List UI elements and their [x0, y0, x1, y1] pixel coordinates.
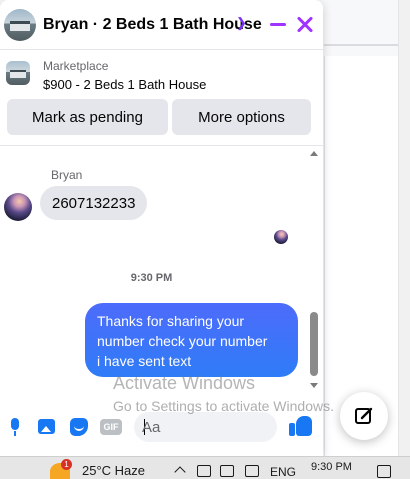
- activate-windows-subtitle: Go to Settings to activate Windows.: [113, 398, 334, 414]
- listing-title[interactable]: $900 - 2 Beds 1 Bath House: [43, 77, 206, 92]
- weather-text[interactable]: 25°C Haze: [82, 463, 145, 478]
- outgoing-message-line: i have sent text: [97, 353, 192, 369]
- chat-title[interactable]: Bryan · 2 Beds 1 Bath House: [43, 16, 262, 34]
- listing-thumbnail[interactable]: [6, 61, 30, 85]
- gif-icon[interactable]: GIF: [100, 417, 122, 437]
- message-list: Bryan 2607132233 9:30 PM Thanks for shar…: [0, 146, 323, 394]
- outgoing-message-line: Thanks for sharing your: [97, 313, 245, 329]
- notification-center-icon[interactable]: [377, 465, 391, 478]
- scrollbar-thumb[interactable]: [310, 312, 318, 376]
- sender-name: Bryan: [51, 168, 83, 182]
- activate-windows-title: Activate Windows: [113, 373, 256, 393]
- thumbs-up-icon[interactable]: [289, 414, 313, 438]
- photo-icon[interactable]: [37, 417, 57, 437]
- message-input-wrapper[interactable]: [134, 412, 277, 442]
- scroll-down-arrow-icon[interactable]: [309, 381, 319, 391]
- marketplace-card: Marketplace $900 - 2 Beds 1 Bath House M…: [0, 51, 323, 143]
- page-scrollbar[interactable]: [398, 0, 410, 456]
- outgoing-message-line: number check your number: [97, 333, 268, 349]
- outgoing-message[interactable]: Thanks for sharing your number check you…: [85, 303, 298, 377]
- close-icon[interactable]: [294, 12, 316, 36]
- scroll-up-arrow-icon[interactable]: [309, 149, 319, 159]
- compose-icon: [355, 407, 373, 424]
- read-receipt-avatar: [274, 230, 288, 244]
- notification-badge: 1: [61, 459, 72, 470]
- chevron-down-icon[interactable]: ❯: [236, 15, 247, 31]
- battery-icon[interactable]: [197, 465, 211, 477]
- wifi-icon[interactable]: [245, 465, 259, 477]
- microphone-icon[interactable]: [5, 417, 25, 437]
- language-indicator[interactable]: ENG: [270, 465, 296, 479]
- sender-avatar[interactable]: [4, 193, 32, 221]
- mark-as-pending-button[interactable]: Mark as pending: [7, 99, 168, 135]
- taskbar-clock[interactable]: 9:30 PM: [311, 461, 352, 473]
- show-hidden-icons-icon[interactable]: [174, 464, 186, 476]
- more-options-button[interactable]: More options: [172, 99, 311, 135]
- minimize-icon[interactable]: [268, 12, 288, 36]
- contact-avatar[interactable]: [4, 9, 36, 41]
- chat-header[interactable]: Bryan · 2 Beds 1 Bath House ❯: [0, 0, 323, 50]
- incoming-message[interactable]: 2607132233: [40, 186, 148, 220]
- message-input[interactable]: [142, 417, 242, 437]
- marketplace-label: Marketplace: [43, 59, 109, 73]
- time-separator: 9:30 PM: [130, 272, 173, 284]
- new-message-button[interactable]: [340, 392, 388, 440]
- windows-taskbar: 1 25°C Haze ENG 9:30 PM: [0, 456, 410, 479]
- gif-label: GIF: [100, 419, 122, 435]
- sticker-icon[interactable]: [69, 417, 89, 437]
- volume-icon[interactable]: [220, 465, 234, 477]
